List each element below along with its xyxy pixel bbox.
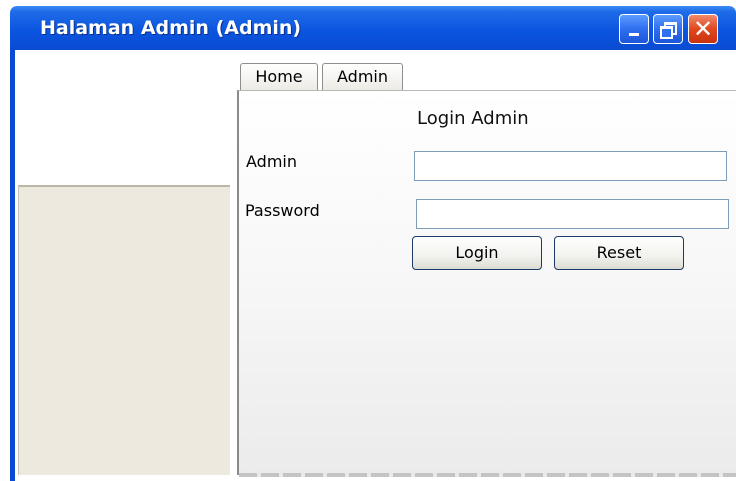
panel-bottom-edge bbox=[239, 473, 736, 477]
password-label: Password bbox=[245, 201, 320, 220]
close-button[interactable]: ✕ bbox=[688, 14, 718, 44]
tab-admin[interactable]: Admin bbox=[322, 63, 403, 90]
login-button[interactable]: Login bbox=[412, 236, 542, 270]
app-window: Halaman Admin (Admin) ✕ Home Admin Login… bbox=[10, 6, 736, 481]
close-icon: ✕ bbox=[692, 15, 714, 43]
admin-label: Admin bbox=[246, 152, 297, 171]
maximize-button[interactable] bbox=[653, 14, 683, 44]
admin-input[interactable] bbox=[414, 151, 727, 181]
restore-icon-front bbox=[660, 26, 673, 39]
title-bar[interactable]: Halaman Admin (Admin) ✕ bbox=[10, 6, 736, 50]
sidebar-panel bbox=[18, 185, 230, 475]
minimize-icon bbox=[629, 33, 639, 36]
panel-title: Login Admin bbox=[417, 108, 529, 129]
reset-button[interactable]: Reset bbox=[554, 236, 684, 270]
minimize-button[interactable] bbox=[619, 14, 649, 44]
window-frame-left bbox=[10, 50, 15, 481]
login-panel: Login Admin Admin Password Login Reset bbox=[237, 90, 736, 475]
tab-home[interactable]: Home bbox=[240, 63, 318, 90]
window-title: Halaman Admin (Admin) bbox=[40, 17, 302, 39]
password-input[interactable] bbox=[416, 199, 729, 229]
